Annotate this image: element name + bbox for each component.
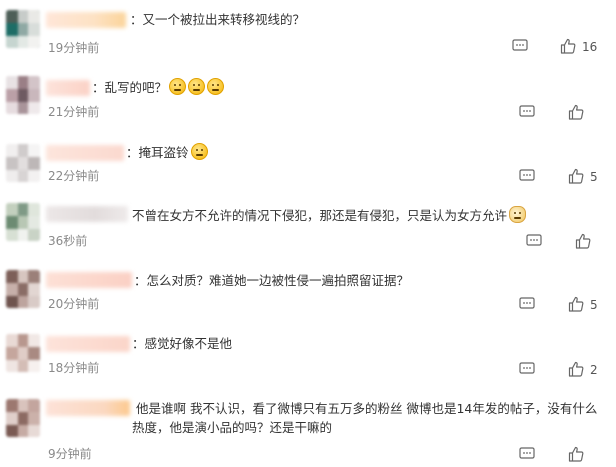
like-icon[interactable]	[560, 38, 576, 54]
username-blurred[interactable]	[46, 80, 90, 96]
like-icon[interactable]	[568, 361, 584, 377]
username-blurred[interactable]	[46, 400, 130, 416]
comment-text: ：又一个被拉出来转移视线的？	[130, 10, 305, 29]
username-blurred[interactable]	[46, 206, 128, 222]
reply-icon[interactable]	[519, 447, 535, 461]
comment-text: ：乱写的吧？	[92, 78, 225, 97]
comment-text-content: ：怎么对质？难道她一边被性侵一遍拍照留证据？	[134, 273, 410, 288]
reply-icon[interactable]	[512, 39, 528, 53]
like-icon[interactable]	[575, 233, 591, 249]
like-count: 5	[590, 298, 598, 312]
username-blurred[interactable]	[46, 272, 132, 288]
grin-emoji	[188, 78, 206, 95]
comment-text: ：感觉好像不是他	[132, 334, 232, 353]
like-count: 16	[582, 40, 598, 54]
username-blurred[interactable]	[46, 336, 130, 352]
comment-text: 不曾在女方不允许的情况下侵犯，那还是有侵犯，只是认为女方允许	[132, 206, 527, 225]
comment-time: 9分钟前	[48, 447, 92, 461]
avatar[interactable]	[6, 76, 40, 114]
like-icon[interactable]	[568, 446, 584, 462]
reply-icon[interactable]	[519, 105, 535, 119]
comment-time: 19分钟前	[48, 41, 100, 55]
comment-text: 他是谁啊 我不认识，看了微博只有五万多的粉丝 微博也是14年发的帖子，没有什么热…	[132, 399, 608, 437]
avatar[interactable]	[6, 270, 40, 308]
avatar[interactable]	[6, 144, 40, 182]
comment-time: 18分钟前	[48, 361, 100, 375]
like-count: 5	[590, 170, 598, 184]
avatar[interactable]	[6, 10, 40, 48]
reply-icon[interactable]	[519, 297, 535, 311]
reply-icon[interactable]	[519, 169, 535, 183]
comment-text: ：掩耳盗铃	[126, 143, 208, 162]
hush-emoji	[190, 143, 208, 160]
like-icon[interactable]	[568, 104, 584, 120]
like-count: 2	[590, 363, 598, 377]
avatar[interactable]	[6, 203, 40, 241]
grin-emoji	[169, 78, 187, 95]
comment-text: ：怎么对质？难道她一边被性侵一遍拍照留证据？	[134, 271, 409, 290]
avatar[interactable]	[6, 399, 40, 437]
comment-text-content: ：掩耳盗铃	[126, 145, 189, 160]
comment-time: 36秒前	[48, 234, 88, 248]
comment-text-content: 他是谁啊 我不认识，看了微博只有五万多的粉丝 微博也是14年发的帖子，没有什么热…	[132, 401, 598, 435]
comment-time: 20分钟前	[48, 297, 100, 311]
username-blurred[interactable]	[46, 145, 124, 161]
username-blurred[interactable]	[46, 12, 126, 28]
comment-text-content: ：乱写的吧？	[92, 80, 168, 95]
comment-text-content: ：又一个被拉出来转移视线的？	[130, 12, 306, 27]
grin-emoji	[207, 78, 225, 95]
like-icon[interactable]	[568, 168, 584, 184]
doge-emoji	[509, 206, 527, 223]
avatar[interactable]	[6, 334, 40, 372]
like-icon[interactable]	[568, 296, 584, 312]
comment-time: 22分钟前	[48, 169, 100, 183]
comment-text-content: 不曾在女方不允许的情况下侵犯，那还是有侵犯，只是认为女方允许	[132, 208, 508, 223]
reply-icon[interactable]	[519, 362, 535, 376]
comment-time: 21分钟前	[48, 105, 100, 119]
comment-text-content: ：感觉好像不是他	[132, 336, 233, 351]
reply-icon[interactable]	[526, 234, 542, 248]
